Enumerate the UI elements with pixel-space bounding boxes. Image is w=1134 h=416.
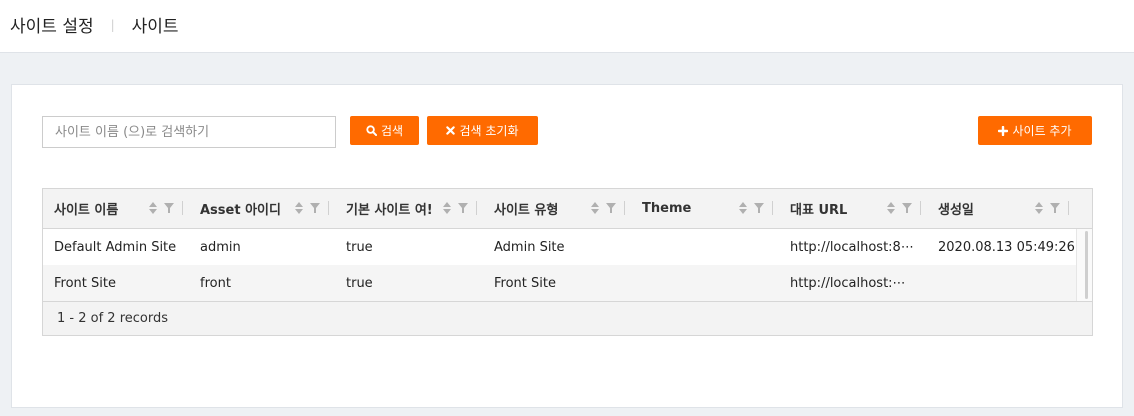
filter-icon[interactable] <box>606 202 616 214</box>
reset-search-button[interactable]: 검색 초기화 <box>427 116 538 145</box>
column-header-main-url[interactable]: 대표 URL <box>779 189 927 228</box>
column-tools <box>886 201 921 215</box>
cell-default-site: true <box>346 239 373 255</box>
page-header: 사이트 설정 | 사이트 <box>0 0 1134 53</box>
column-divider <box>624 201 625 215</box>
cell-asset-id: admin <box>200 239 241 255</box>
column-tools <box>148 201 183 215</box>
sort-icon[interactable] <box>442 202 452 214</box>
table-scrollbar[interactable] <box>1076 229 1092 301</box>
search-button[interactable]: 검색 <box>350 116 419 145</box>
column-divider <box>476 201 477 215</box>
search-button-label: 검색 <box>380 124 404 138</box>
sort-icon[interactable] <box>1034 202 1044 214</box>
column-header-default-site[interactable]: 기본 사이트 여! <box>335 189 483 228</box>
column-divider <box>182 201 183 215</box>
column-tools <box>294 201 329 215</box>
column-divider <box>328 201 329 215</box>
scrollbar-thumb[interactable] <box>1085 231 1088 299</box>
column-divider <box>920 201 921 215</box>
column-label: 대표 URL <box>790 203 848 218</box>
filter-icon[interactable] <box>1050 202 1060 214</box>
column-label: 생성일 <box>938 203 974 218</box>
filter-icon[interactable] <box>310 202 320 214</box>
cell-created-date: 2020.08.13 05:49:26 <box>938 239 1075 255</box>
cell-site-type: Front Site <box>494 275 556 291</box>
cell-main-url: http://localhost:8⋯ <box>790 239 914 255</box>
cell-site-name: Default Admin Site <box>54 239 177 255</box>
table-header: 사이트 이름 Asset 아이디 기본 사이트 여! 사이트 유형 Theme … <box>43 189 1092 229</box>
filter-icon[interactable] <box>164 202 174 214</box>
cell-theme <box>631 229 779 265</box>
reset-search-button-label: 검색 초기화 <box>459 124 519 138</box>
table-body: Default Admin Site admin true Admin Site… <box>43 229 1076 301</box>
search-icon <box>366 125 377 136</box>
cell-site-name: Front Site <box>54 275 116 291</box>
sites-table: 사이트 이름 Asset 아이디 기본 사이트 여! 사이트 유형 Theme … <box>42 188 1093 336</box>
column-divider <box>1068 201 1069 215</box>
column-tools <box>738 201 773 215</box>
column-header-site-type[interactable]: 사이트 유형 <box>483 189 631 228</box>
column-divider <box>772 201 773 215</box>
table-row[interactable]: Default Admin Site admin true Admin Site… <box>43 229 1076 265</box>
filter-icon[interactable] <box>902 202 912 214</box>
cell-site-type: Admin Site <box>494 239 565 255</box>
content-panel: 검색 검색 초기화 사이트 추가 사이트 이름 Asset 아이디 <box>11 84 1123 408</box>
column-header-created-date[interactable]: 생성일 <box>927 189 1075 228</box>
sort-icon[interactable] <box>148 202 158 214</box>
column-tools <box>442 201 477 215</box>
table-footer-record-count: 1 - 2 of 2 records <box>43 301 1092 335</box>
breadcrumb: 사이트 설정 | 사이트 <box>10 12 179 37</box>
column-label: 기본 사이트 여! <box>346 203 433 218</box>
cell-theme <box>631 265 779 301</box>
breadcrumb-parent[interactable]: 사이트 설정 <box>10 12 94 37</box>
add-site-button[interactable]: 사이트 추가 <box>978 116 1092 145</box>
column-label: Theme <box>642 201 692 216</box>
column-header-site-name[interactable]: 사이트 이름 <box>43 189 189 228</box>
column-label: 사이트 이름 <box>54 203 119 218</box>
sort-icon[interactable] <box>738 202 748 214</box>
cell-main-url: http://localhost:⋯ <box>790 275 906 291</box>
sort-icon[interactable] <box>294 202 304 214</box>
cell-default-site: true <box>346 275 373 291</box>
cell-created-date <box>927 265 1076 301</box>
column-header-theme[interactable]: Theme <box>631 189 779 228</box>
search-input[interactable] <box>42 116 336 148</box>
add-site-button-label: 사이트 추가 <box>1012 124 1072 138</box>
filter-icon[interactable] <box>458 202 468 214</box>
table-row[interactable]: Front Site front true Front Site http://… <box>43 265 1076 301</box>
breadcrumb-current: 사이트 <box>131 17 179 37</box>
sort-icon[interactable] <box>590 202 600 214</box>
sort-icon[interactable] <box>886 202 896 214</box>
column-tools <box>1034 201 1069 215</box>
plus-icon <box>998 125 1009 136</box>
column-header-asset-id[interactable]: Asset 아이디 <box>189 189 335 228</box>
column-label: 사이트 유형 <box>494 203 559 218</box>
column-tools <box>590 201 625 215</box>
close-icon <box>446 126 456 135</box>
filter-icon[interactable] <box>754 202 764 214</box>
cell-asset-id: front <box>200 275 231 291</box>
column-label: Asset 아이디 <box>200 203 281 218</box>
breadcrumb-separator: | <box>110 17 115 32</box>
